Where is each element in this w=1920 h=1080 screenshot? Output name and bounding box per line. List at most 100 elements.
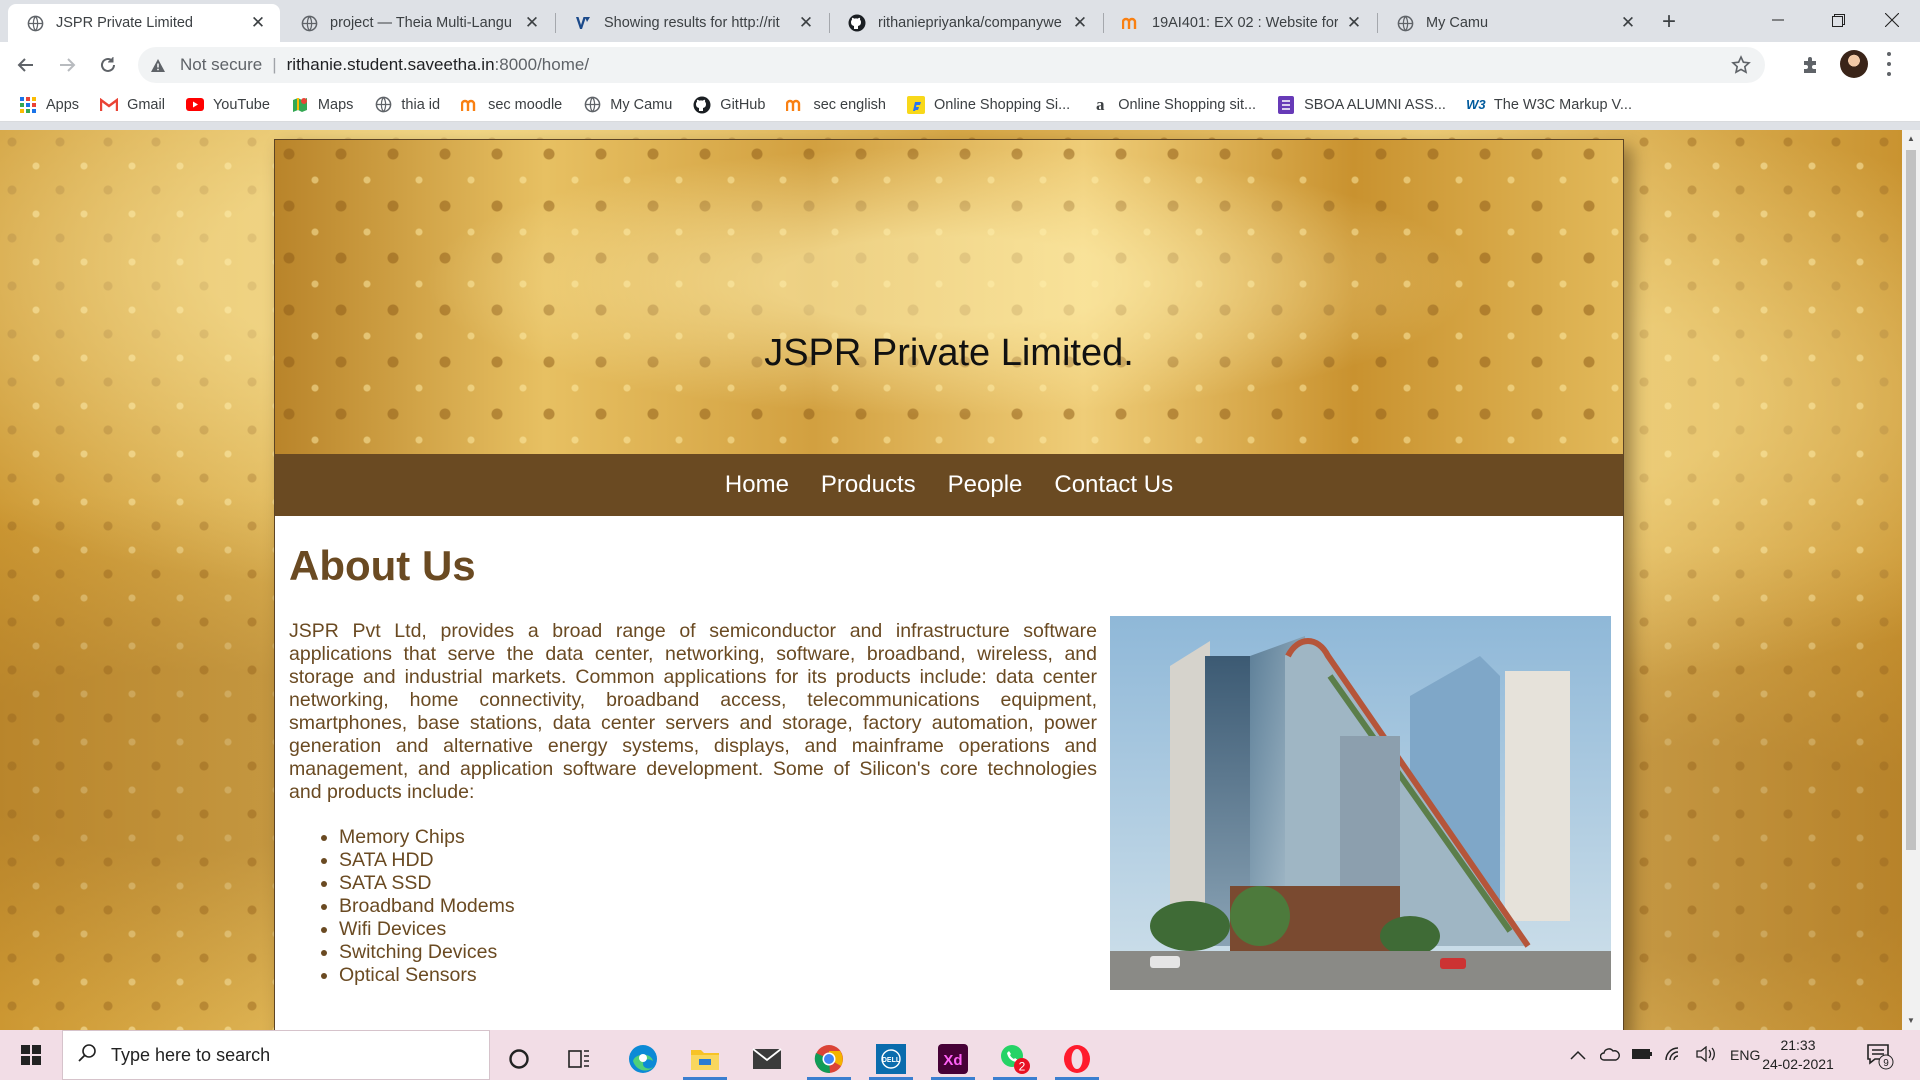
chrome-menu-icon[interactable] xyxy=(1885,52,1893,76)
reload-button[interactable] xyxy=(94,51,122,79)
bookmark-maps[interactable]: Maps xyxy=(291,96,353,114)
tab-mycamu[interactable]: My Camu ✕ xyxy=(1378,4,1650,42)
warning-icon[interactable] xyxy=(150,56,168,74)
extensions-puzzle-icon[interactable] xyxy=(1800,54,1822,76)
close-icon[interactable]: ✕ xyxy=(1070,13,1090,33)
tab-theia[interactable]: project — Theia Multi-Langu ✕ xyxy=(282,4,554,42)
tab-title: My Camu xyxy=(1426,15,1489,31)
search-icon xyxy=(77,1043,97,1068)
adobe-xd-icon[interactable]: Xd xyxy=(927,1037,979,1080)
bookmark-gmail[interactable]: Gmail xyxy=(100,96,165,114)
site-title: JSPR Private Limited. xyxy=(764,332,1134,374)
globe-icon xyxy=(26,14,44,32)
address-bar[interactable]: Not secure | rithanie.student.saveetha.i… xyxy=(138,47,1765,83)
taskbar-search-box[interactable]: Type here to search xyxy=(62,1030,490,1080)
close-icon[interactable]: ✕ xyxy=(1618,13,1638,33)
whatsapp-badge: 2 xyxy=(1019,1059,1026,1073)
bookmark-sec-english[interactable]: sec english xyxy=(786,96,886,114)
volume-icon[interactable] xyxy=(1696,1045,1716,1065)
url-text[interactable]: rithanie.student.saveetha.in:8000/home/ xyxy=(287,55,589,75)
content-area: About Us JSPR Pvt Ltd, provides a broad … xyxy=(275,516,1623,1030)
bookmark-youtube[interactable]: YouTube xyxy=(185,96,270,114)
bookmark-w3c[interactable]: W3 The W3C Markup V... xyxy=(1466,96,1632,114)
nav-products-link[interactable]: Products xyxy=(821,471,916,499)
bookmark-github[interactable]: GitHub xyxy=(693,96,765,114)
dell-icon[interactable]: DELL xyxy=(865,1037,917,1080)
clock-time: 21:33 xyxy=(1780,1037,1816,1053)
chrome-icon[interactable] xyxy=(803,1037,855,1080)
not-secure-label[interactable]: Not secure xyxy=(180,55,262,75)
minimize-button[interactable] xyxy=(1748,0,1808,40)
moodle-icon xyxy=(1122,14,1140,32)
back-button[interactable] xyxy=(12,51,40,79)
scroll-down-arrow-icon[interactable]: ▼ xyxy=(1906,1016,1916,1026)
bookmark-label: Online Shopping sit... xyxy=(1118,96,1257,113)
search-placeholder: Type here to search xyxy=(111,1044,271,1065)
close-icon[interactable]: ✕ xyxy=(522,13,542,33)
whatsapp-icon[interactable]: 2 xyxy=(989,1037,1041,1080)
bookmarks-bar: Apps Gmail YouTube Maps thia id sec mood… xyxy=(0,88,1920,122)
bookmark-flipkart[interactable]: Online Shopping Si... xyxy=(906,95,1071,114)
cortana-icon[interactable] xyxy=(493,1037,545,1080)
close-window-button[interactable] xyxy=(1862,0,1920,40)
product-item: SATA HDD xyxy=(339,849,515,872)
tab-github[interactable]: rithaniepriyanka/companywe ✕ xyxy=(830,4,1102,42)
github-icon xyxy=(848,14,866,32)
product-item: SATA SSD xyxy=(339,872,515,895)
office-building-photo xyxy=(1110,616,1611,990)
gmail-icon xyxy=(100,96,119,114)
task-view-icon[interactable] xyxy=(553,1037,605,1080)
globe-icon xyxy=(374,96,392,114)
forward-button[interactable] xyxy=(53,51,81,79)
wifi-icon[interactable] xyxy=(1664,1046,1684,1065)
system-clock[interactable]: 21:33 24-02-2021 xyxy=(1762,1036,1834,1074)
bookmark-my-camu[interactable]: My Camu xyxy=(583,96,672,114)
new-tab-button[interactable]: + xyxy=(1655,8,1683,36)
bookmark-thia-id[interactable]: thia id xyxy=(374,96,440,114)
main-nav: Home Products People Contact Us xyxy=(275,454,1623,516)
product-item: Optical Sensors xyxy=(339,964,515,987)
close-icon[interactable]: ✕ xyxy=(1344,13,1364,33)
page-scrollbar[interactable]: ▲ ▼ xyxy=(1902,130,1920,1030)
url-host: rithanie.student.saveetha.in xyxy=(286,55,495,74)
file-explorer-icon[interactable] xyxy=(679,1037,731,1080)
product-item: Switching Devices xyxy=(339,941,515,964)
clock-date: 24-02-2021 xyxy=(1762,1056,1834,1072)
notification-count: 9 xyxy=(1883,1058,1889,1069)
bookmark-label: YouTube xyxy=(212,96,270,113)
tab-jspr[interactable]: JSPR Private Limited ✕ xyxy=(8,4,280,42)
bookmark-apps[interactable]: Apps xyxy=(19,96,79,114)
battery-icon[interactable] xyxy=(1632,1047,1652,1063)
svg-text:DELL: DELL xyxy=(882,1057,901,1064)
opera-icon[interactable] xyxy=(1051,1037,1103,1080)
scroll-up-arrow-icon[interactable]: ▲ xyxy=(1906,134,1916,144)
tab-validator[interactable]: Showing results for http://rit ✕ xyxy=(556,4,828,42)
bookmark-label: Online Shopping Si... xyxy=(933,96,1071,113)
notification-center-icon[interactable]: 9 xyxy=(1866,1042,1894,1070)
nav-home-link[interactable]: Home xyxy=(725,471,789,499)
edge-icon[interactable] xyxy=(617,1037,669,1080)
bookmark-amazon[interactable]: a Online Shopping sit... xyxy=(1091,95,1257,114)
profile-avatar[interactable] xyxy=(1840,50,1868,78)
mail-icon[interactable] xyxy=(741,1037,793,1080)
close-icon[interactable]: ✕ xyxy=(796,13,816,33)
scrollbar-thumb[interactable] xyxy=(1906,150,1916,850)
nav-people-link[interactable]: People xyxy=(948,471,1023,499)
chevron-up-icon[interactable] xyxy=(1570,1047,1586,1063)
restore-button[interactable] xyxy=(1808,0,1868,40)
bookmark-label: sec moodle xyxy=(488,96,563,113)
bookmark-label: My Camu xyxy=(610,96,673,113)
tab-moodle[interactable]: 19AI401: EX 02 : Website for ✕ xyxy=(1104,4,1376,42)
windows-start-button[interactable] xyxy=(0,1030,62,1080)
language-indicator[interactable]: ENG xyxy=(1730,1047,1760,1063)
product-item: Broadband Modems xyxy=(339,895,515,918)
bookmark-sboa[interactable]: SBOA ALUMNI ASS... xyxy=(1277,95,1446,114)
nav-contact-link[interactable]: Contact Us xyxy=(1054,471,1173,499)
bookmark-sec-moodle[interactable]: sec moodle xyxy=(461,96,562,114)
flipkart-icon xyxy=(906,95,925,114)
url-path: :8000/home/ xyxy=(494,55,590,74)
bookmark-star-icon[interactable] xyxy=(1731,55,1751,75)
onedrive-icon[interactable] xyxy=(1599,1047,1620,1064)
close-icon[interactable]: ✕ xyxy=(248,13,268,33)
tab-title: rithaniepriyanka/companywe xyxy=(878,15,1062,31)
